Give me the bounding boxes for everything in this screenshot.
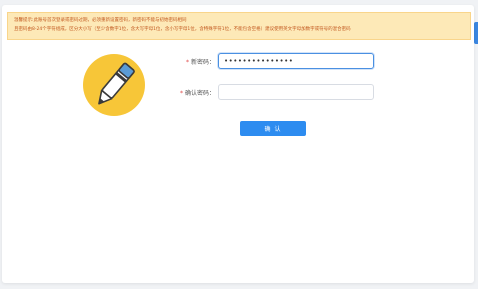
new-password-label: * 新密码： [158,57,218,66]
notice-line-2: 且密码由8-24个字符组成，区分大小写（至少含数字1位，含大写字母1位，含小写字… [14,27,351,32]
confirm-password-label-text: 确认密码： [184,89,215,97]
new-password-label-text: 新密码： [190,58,215,66]
confirm-password-row: * 确认密码： [158,84,374,100]
password-notice-banner: 温馨提示:此账号首次登录或密码过期，必须重新设置密码，新密码不能与初始密码相同 … [7,12,471,40]
new-password-row: * 新密码： ••••••••••••••• [158,53,374,69]
confirm-password-label: * 确认密码： [158,88,218,97]
required-mark: * [179,89,183,97]
notice-line-1: 温馨提示:此账号首次登录或密码过期，必须重新设置密码，新密码不能与初始密码相同 [14,18,187,23]
required-mark: * [185,58,189,66]
confirm-password-input[interactable] [218,84,374,100]
pen-illustration-icon [82,53,146,117]
new-password-input[interactable]: ••••••••••••••• [218,53,374,69]
side-accent [474,22,478,44]
reset-password-card: 温馨提示:此账号首次登录或密码过期，必须重新设置密码，新密码不能与初始密码相同 … [2,5,474,283]
confirm-button[interactable]: 确 认 [240,121,306,136]
